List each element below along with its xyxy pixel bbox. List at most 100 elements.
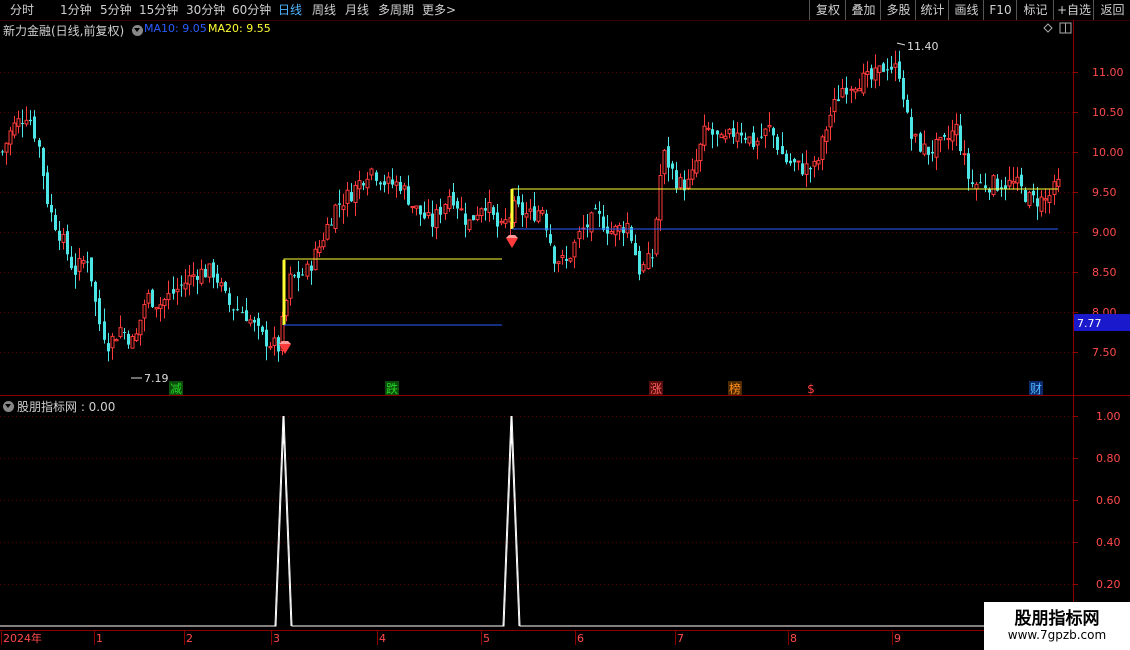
period-tab-1min[interactable]: 1分钟 xyxy=(60,2,92,18)
candle-body xyxy=(228,293,231,305)
candlestick-series xyxy=(1,50,1061,362)
candle-body xyxy=(959,125,962,152)
period-tab-monthly[interactable]: 月线 xyxy=(345,2,369,18)
candle-body xyxy=(162,299,167,307)
candle-body xyxy=(984,185,987,189)
candle-body xyxy=(565,258,568,261)
candle-body xyxy=(42,148,45,177)
diamond-icon[interactable] xyxy=(1043,23,1053,33)
candle-body xyxy=(423,212,426,219)
candle-body xyxy=(991,175,996,196)
kline-chart: 11.00 10.50 10.00 9.50 9.00 8.50 8.00 7.… xyxy=(0,20,1130,645)
candle-body xyxy=(902,77,905,100)
period-tab-intraday[interactable]: 分时 xyxy=(10,2,34,18)
event-marker-bg[interactable] xyxy=(169,381,183,395)
candle-body xyxy=(540,209,545,214)
candle-body xyxy=(906,99,909,113)
event-marker[interactable]: $ xyxy=(807,382,815,396)
candle-body xyxy=(253,319,256,323)
watermark-badge: 股朋指标网 www.7gpzb.com xyxy=(984,602,1130,650)
more-label: 更多 xyxy=(422,3,447,17)
candle-body xyxy=(24,119,29,125)
candle-body xyxy=(98,298,101,325)
candle-body xyxy=(369,168,374,176)
event-marker[interactable]: 涨 xyxy=(650,381,662,396)
overlay-button[interactable]: 叠加 xyxy=(845,0,881,20)
candle-body xyxy=(971,182,974,184)
x-axis-label: 7 xyxy=(677,632,684,645)
indicator-settings-icon[interactable] xyxy=(3,401,14,412)
candle-body xyxy=(675,170,678,189)
candle-body xyxy=(938,136,943,141)
candle-body xyxy=(399,182,402,191)
back-button[interactable]: 返回 xyxy=(1093,0,1130,20)
candle-body xyxy=(325,223,330,240)
candle-body xyxy=(350,192,353,202)
signal-line-yellow-1 xyxy=(283,258,502,325)
ma-settings-icon[interactable] xyxy=(132,25,144,36)
event-marker-bg[interactable] xyxy=(649,381,663,395)
candle-body xyxy=(568,257,573,262)
indicator-tick: 0.80 xyxy=(1096,452,1121,465)
candle-body xyxy=(402,185,407,190)
mark-button[interactable]: 标记 xyxy=(1016,0,1054,20)
event-marker-bg[interactable] xyxy=(385,381,399,395)
x-axis-label: 8 xyxy=(790,632,797,645)
draw-line-button[interactable]: 画线 xyxy=(948,0,984,20)
candle-body xyxy=(232,309,235,311)
candle-body xyxy=(785,153,788,163)
candle-body xyxy=(146,292,151,304)
period-tab-more[interactable]: 更多> xyxy=(422,2,456,18)
candle-body xyxy=(772,128,775,136)
period-tab-15min[interactable]: 15分钟 xyxy=(139,2,178,18)
event-marker[interactable]: 财 xyxy=(1030,382,1042,396)
candle-body xyxy=(284,300,289,317)
watermark-url: www.7gpzb.com xyxy=(1007,628,1107,642)
multi-stock-button[interactable]: 多股 xyxy=(880,0,916,20)
candle-body xyxy=(1015,176,1020,184)
candle-body xyxy=(609,231,614,234)
candle-body xyxy=(107,343,110,352)
event-marker-bg[interactable] xyxy=(728,381,742,395)
candle-body xyxy=(1024,190,1027,202)
candle-body xyxy=(66,231,69,255)
candle-body xyxy=(310,265,313,271)
candle-body xyxy=(1027,191,1032,206)
candle-body xyxy=(528,208,533,212)
candle-body xyxy=(459,208,464,211)
candle-body xyxy=(690,169,695,180)
statistics-button[interactable]: 统计 xyxy=(915,0,949,20)
candle-body xyxy=(261,326,264,332)
candle-body xyxy=(1052,181,1057,196)
candle-body xyxy=(333,204,338,229)
period-tab-weekly[interactable]: 周线 xyxy=(312,2,336,18)
candle-body xyxy=(719,133,724,139)
candle-body xyxy=(199,268,204,284)
event-marker-bg[interactable] xyxy=(1029,381,1043,395)
candle-body xyxy=(127,333,130,345)
price-tick: 9.00 xyxy=(1092,226,1117,239)
event-marker[interactable]: 榜 xyxy=(729,381,741,396)
period-tab-30min[interactable]: 30分钟 xyxy=(186,2,225,18)
candle-body xyxy=(154,306,159,310)
event-marker[interactable]: 减 xyxy=(170,382,182,396)
candle-body xyxy=(265,329,268,347)
add-watchlist-button[interactable]: +自选 xyxy=(1053,0,1094,20)
f10-button[interactable]: F10 xyxy=(983,0,1017,20)
candle-body xyxy=(142,303,147,319)
candle-body xyxy=(1032,190,1035,196)
period-tab-5min[interactable]: 5分钟 xyxy=(100,2,132,18)
candle-body xyxy=(853,88,858,93)
event-marker[interactable]: 跌 xyxy=(386,381,398,396)
candle-body xyxy=(268,346,273,349)
indicator-tick: 0.20 xyxy=(1096,578,1121,591)
candle-body xyxy=(744,137,747,140)
candle-body xyxy=(988,189,991,193)
event-marker-bg[interactable] xyxy=(804,381,818,395)
period-tab-daily[interactable]: 日线 xyxy=(278,2,302,18)
candle-body xyxy=(678,177,683,189)
adjust-button[interactable]: 复权 xyxy=(809,0,846,20)
period-tab-60min[interactable]: 60分钟 xyxy=(232,2,271,18)
period-tab-multi[interactable]: 多周期 xyxy=(378,2,414,18)
panel-toggle-icon[interactable] xyxy=(1059,22,1072,34)
